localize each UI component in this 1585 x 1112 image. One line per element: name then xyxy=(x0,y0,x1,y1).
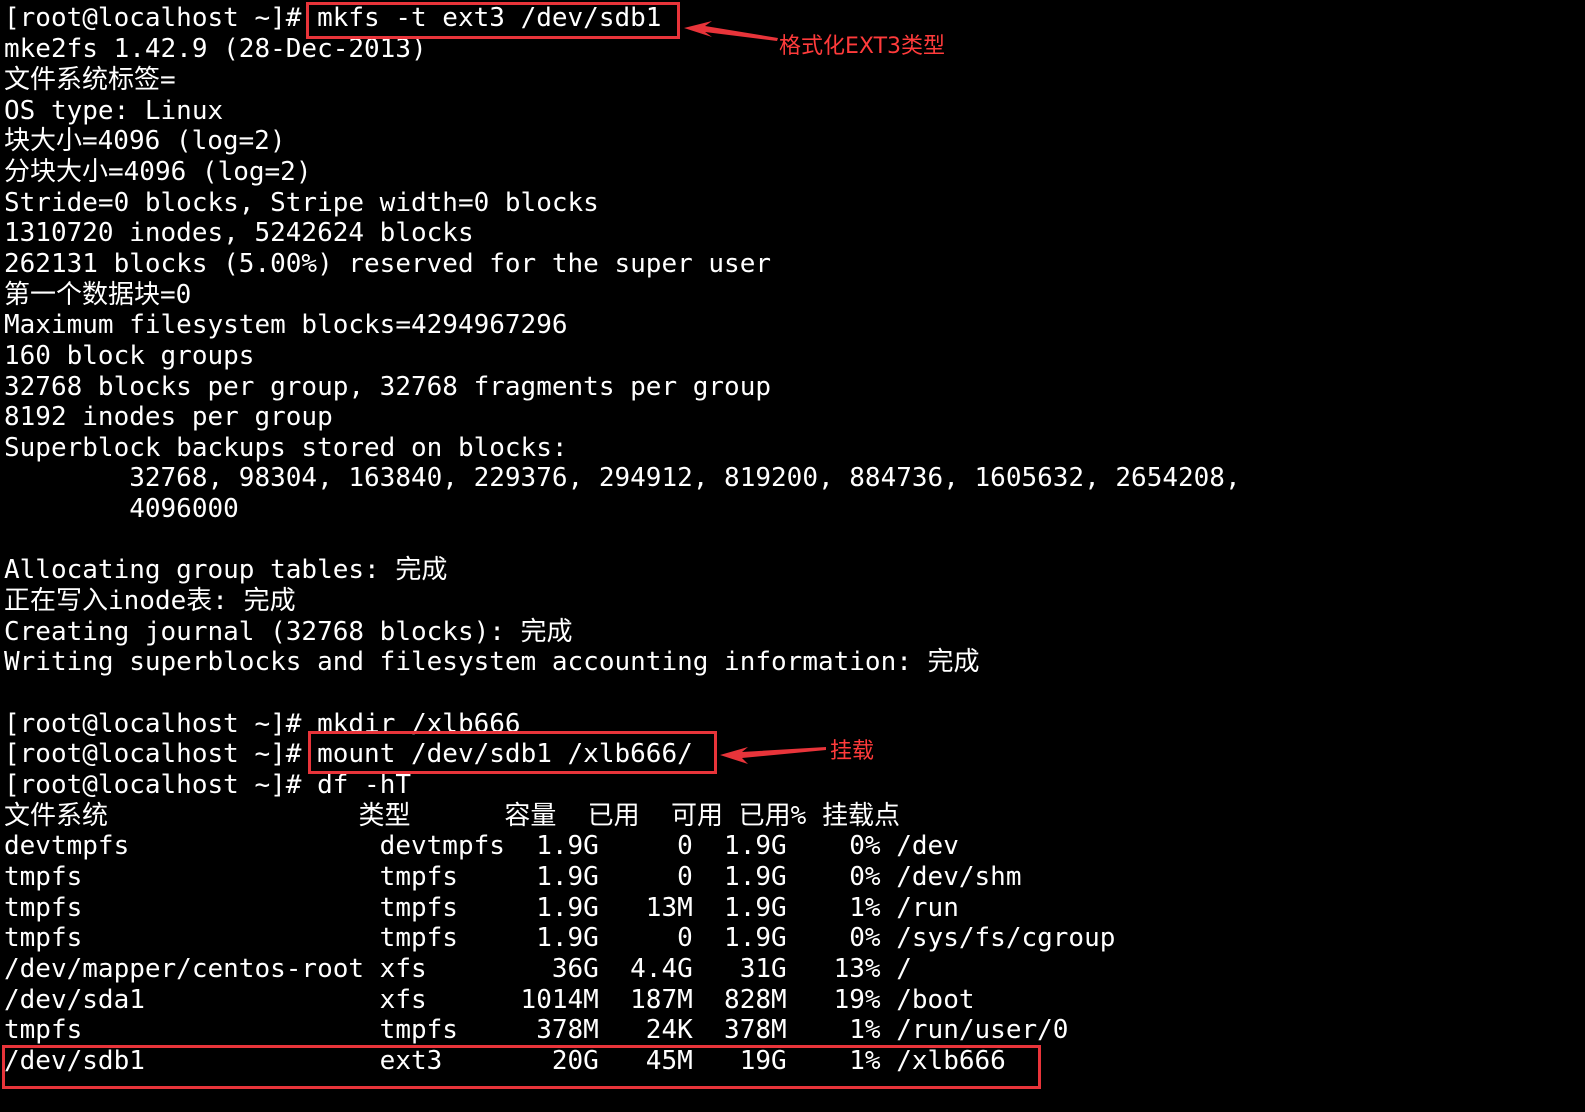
terminal-output-line: Maximum filesystem blocks=4294967296 xyxy=(4,310,568,340)
df-table-row: /dev/mapper/centos-root xfs 36G 4.4G 31G… xyxy=(4,954,912,984)
terminal-output-line: Allocating group tables: 完成 xyxy=(4,555,448,585)
terminal-output-line: 第一个数据块=0 xyxy=(4,280,192,310)
df-table-header: 文件系统 类型 容量 已用 可用 已用% 挂载点 xyxy=(4,801,900,831)
terminal-output-line: 262131 blocks (5.00%) reserved for the s… xyxy=(4,249,772,279)
command-text: df -hT xyxy=(317,770,411,800)
terminal-output-line: 4096000 xyxy=(4,494,239,524)
sdb1-row-highlight-box xyxy=(2,1045,1041,1089)
shell-prompt: [root@localhost ~]# xyxy=(4,3,318,33)
terminal-output-line: 正在写入inode表: 完成 xyxy=(4,586,296,616)
terminal-output-line: 160 block groups xyxy=(4,341,255,371)
mount-annotation-label: 挂载 xyxy=(830,739,875,764)
shell-prompt: [root@localhost ~]# xyxy=(4,770,318,800)
terminal-line-df-command: [root@localhost ~]# df -hT xyxy=(4,770,411,801)
terminal-output-line: 块大小=4096 (log=2) xyxy=(4,126,286,156)
df-table-row: devtmpfs devtmpfs 1.9G 0 1.9G 0% /dev xyxy=(4,831,959,861)
shell-prompt: [root@localhost ~]# xyxy=(4,709,318,739)
terminal-output-line: OS type: Linux xyxy=(4,96,224,126)
terminal-output-line: 32768, 98304, 163840, 229376, 294912, 81… xyxy=(4,463,1241,493)
format-arrow-icon xyxy=(684,21,778,41)
format-annotation-label: 格式化EXT3类型 xyxy=(779,34,946,59)
shell-prompt: [root@localhost ~]# xyxy=(4,739,318,769)
df-table-row: tmpfs tmpfs 378M 24K 378M 1% /run/user/0 xyxy=(4,1015,1069,1045)
df-table-row: tmpfs tmpfs 1.9G 0 1.9G 0% /sys/fs/cgrou… xyxy=(4,923,1116,953)
terminal-window[interactable]: [root@localhost ~]# mkfs -t ext3 /dev/sd… xyxy=(0,0,1585,1112)
terminal-output-line: Stride=0 blocks, Stripe width=0 blocks xyxy=(4,188,599,218)
df-table-row: /dev/sda1 xfs 1014M 187M 828M 19% /boot xyxy=(4,985,975,1015)
terminal-output-line: Creating journal (32768 blocks): 完成 xyxy=(4,617,573,647)
terminal-output-line: 文件系统标签= xyxy=(4,65,176,95)
terminal-output-line: 1310720 inodes, 5242624 blocks xyxy=(4,218,474,248)
terminal-output-line: 32768 blocks per group, 32768 fragments … xyxy=(4,372,772,402)
df-table-row: tmpfs tmpfs 1.9G 0 1.9G 0% /dev/shm xyxy=(4,862,1022,892)
terminal-output-line: 分块大小=4096 (log=2) xyxy=(4,157,312,187)
terminal-output-line: 8192 inodes per group xyxy=(4,402,333,432)
terminal-output-line: Superblock backups stored on blocks: xyxy=(4,433,568,463)
mount-command-highlight-box xyxy=(308,731,717,774)
mount-arrow-icon xyxy=(720,747,826,764)
df-table-row: tmpfs tmpfs 1.9G 13M 1.9G 1% /run xyxy=(4,893,959,923)
terminal-output-line: Writing superblocks and filesystem accou… xyxy=(4,647,980,677)
mkfs-command-highlight-box xyxy=(306,2,680,39)
